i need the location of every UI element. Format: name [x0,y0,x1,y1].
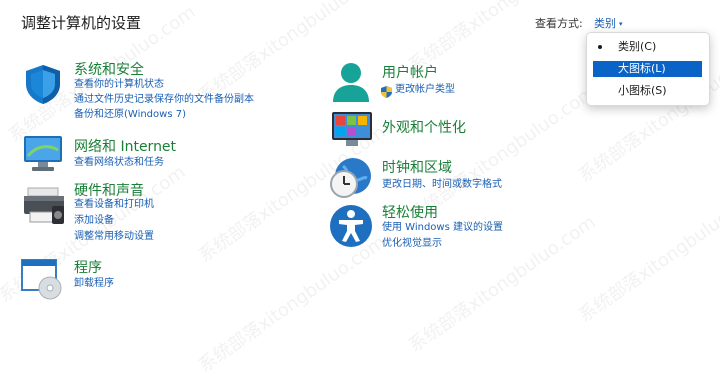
view-by-menu: 类别(C) 大图标(L) 小图标(S) [586,32,710,106]
view-by-value: 类别 [594,17,616,30]
link-mobility-settings[interactable]: 调整常用移动设置 [74,229,154,245]
link-file-history[interactable]: 通过文件历史记录保存你的文件备份副本 [74,92,254,108]
watermark: 系统部落xitongbuluo.com [574,181,720,327]
clock-globe-icon[interactable] [329,156,375,204]
menu-item-small-icons-label: 小图标(S) [618,84,667,97]
link-change-account-type[interactable]: 更改帐户类型 [395,82,455,98]
link-optimize-display[interactable]: 优化视觉显示 [382,236,442,252]
category-title-appearance[interactable]: 外观和个性化 [382,117,466,137]
uac-shield-icon [381,83,392,102]
category-title-system[interactable]: 系统和安全 [74,59,144,79]
menu-item-large-icons-label: 大图标(L) [618,62,666,75]
link-recommended-settings[interactable]: 使用 Windows 建议的设置 [382,220,503,236]
appearance-icon[interactable] [330,110,374,152]
view-by-dropdown[interactable]: 类别 ▾ [594,15,623,31]
menu-item-category[interactable]: 类别(C) [593,39,702,55]
menu-item-large-icons[interactable]: 大图标(L) [593,61,702,77]
link-add-device[interactable]: 添加设备 [74,213,114,229]
user-icon[interactable] [330,60,372,108]
link-uninstall[interactable]: 卸载程序 [74,276,114,292]
chevron-down-icon: ▾ [619,20,623,28]
link-network-status[interactable]: 查看网络状态和任务 [74,155,164,171]
network-monitor-icon[interactable] [22,134,66,178]
link-backup-restore[interactable]: 备份和还原(Windows 7) [74,107,186,123]
category-title-network[interactable]: 网络和 Internet [74,136,176,156]
category-title-ease[interactable]: 轻松使用 [382,202,438,222]
link-date-time-format[interactable]: 更改日期、时间或数字格式 [382,177,502,193]
category-title-clock[interactable]: 时钟和区域 [382,157,452,177]
link-view-computer-status[interactable]: 查看你的计算机状态 [74,77,164,93]
printer-icon[interactable] [22,186,66,230]
shield-icon[interactable] [21,62,65,110]
menu-item-small-icons[interactable]: 小图标(S) [593,83,702,99]
view-by-label: 查看方式: [535,17,583,30]
programs-disc-icon[interactable] [20,258,64,304]
link-devices-printers[interactable]: 查看设备和打印机 [74,197,154,213]
page-title: 调整计算机的设置 [21,14,142,32]
radio-dot-icon [598,45,602,49]
menu-item-category-label: 类别(C) [618,40,657,53]
category-title-users[interactable]: 用户帐户 [382,62,438,82]
accessibility-icon[interactable] [329,204,373,252]
category-title-programs[interactable]: 程序 [74,257,102,277]
